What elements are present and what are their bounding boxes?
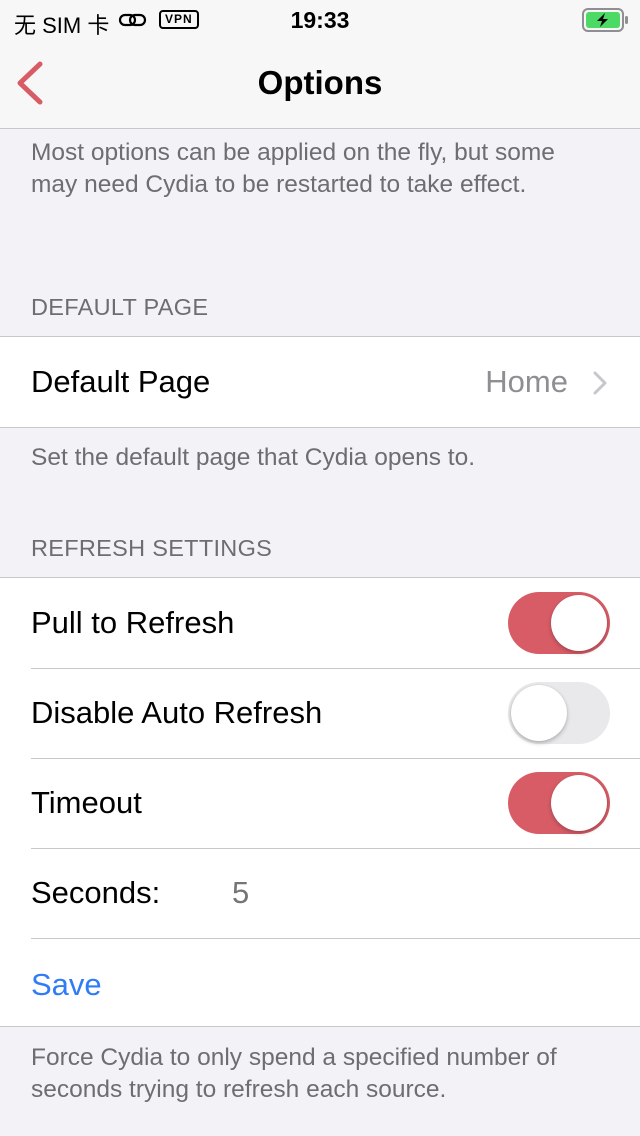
timeout-label: Timeout (31, 785, 142, 820)
section-header-default-page: DEFAULT PAGE (31, 294, 209, 320)
refresh-settings-group: Pull to Refresh Disable Auto Refresh Tim… (0, 577, 640, 1027)
navigation-bar: Options (0, 40, 640, 129)
seconds-row: Seconds: (0, 848, 640, 938)
refresh-settings-footer: Force Cydia to only spend a specified nu… (31, 1044, 557, 1103)
page-title: Options (257, 64, 383, 101)
options-screen: 无 SIM 卡 VPN 19:33 Options Most options c… (0, 0, 640, 1136)
disable-auto-refresh-toggle[interactable] (508, 682, 610, 744)
toggle-knob (511, 685, 567, 741)
battery-charging-icon (582, 8, 628, 32)
disable-auto-refresh-label: Disable Auto Refresh (31, 695, 323, 730)
seconds-label: Seconds: (31, 875, 161, 910)
intro-note: Most options can be applied on the fly, … (31, 139, 555, 198)
toggle-knob (551, 775, 607, 831)
toggle-knob (551, 595, 607, 651)
timeout-row: Timeout (0, 758, 640, 848)
save-button[interactable]: Save (31, 938, 102, 1032)
default-page-label: Default Page (31, 364, 211, 399)
default-page-row[interactable]: Default Page Home (0, 337, 640, 427)
pull-to-refresh-toggle[interactable] (508, 592, 610, 654)
save-row[interactable]: Save (0, 938, 640, 1026)
pull-to-refresh-label: Pull to Refresh (31, 605, 235, 640)
seconds-input[interactable] (232, 872, 532, 914)
section-header-refresh-settings: REFRESH SETTINGS (31, 535, 273, 561)
disclosure-chevron-icon (593, 371, 607, 395)
default-page-value: Home (485, 364, 568, 399)
pull-to-refresh-row: Pull to Refresh (0, 578, 640, 668)
default-page-group: Default Page Home (0, 336, 640, 428)
disable-auto-refresh-row: Disable Auto Refresh (0, 668, 640, 758)
clock: 19:33 (290, 7, 350, 33)
default-page-footer: Set the default page that Cydia opens to… (31, 444, 476, 471)
status-bar: 无 SIM 卡 VPN 19:33 (0, 0, 640, 40)
timeout-toggle[interactable] (508, 772, 610, 834)
